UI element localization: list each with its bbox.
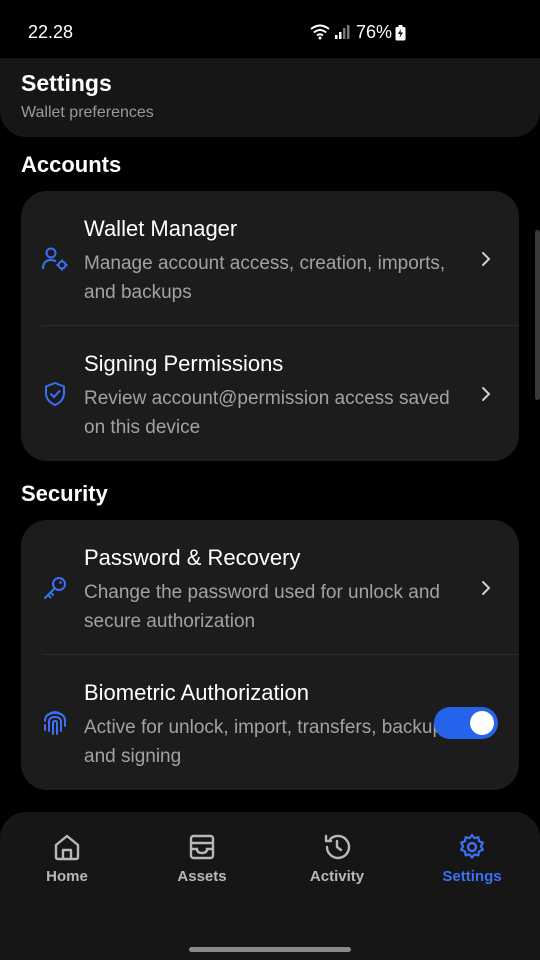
biometric-authorization-item: Biometric Authorization Active for unloc… — [21, 655, 519, 790]
page-title: Settings — [21, 70, 112, 96]
archive-icon — [189, 834, 215, 860]
nav-assets[interactable]: Assets — [152, 832, 252, 892]
accounts-card: Wallet Manager Manage account access, cr… — [21, 191, 519, 461]
nav-settings[interactable]: Settings — [422, 832, 522, 892]
nav-assets-label: Assets — [177, 868, 227, 885]
nav-activity[interactable]: Activity — [287, 832, 387, 892]
fingerprint-icon — [44, 711, 66, 735]
chevron-right-icon — [482, 387, 491, 401]
bottom-nav: Home Assets Activity Settings — [0, 812, 540, 960]
scrollbar[interactable] — [535, 230, 540, 400]
signing-permissions-item[interactable]: Signing Permissions Review account@permi… — [21, 326, 519, 461]
key-icon — [44, 577, 66, 599]
home-indicator[interactable] — [189, 947, 351, 952]
wallet-manager-item[interactable]: Wallet Manager Manage account access, cr… — [21, 191, 519, 326]
password-recovery-description: Change the password used for unlock and … — [84, 582, 440, 632]
status-icons — [310, 24, 350, 40]
chevron-right-icon — [482, 252, 491, 266]
password-recovery-title: Password & Recovery — [84, 545, 301, 570]
home-icon — [54, 834, 80, 861]
page-subtitle: Wallet preferences — [21, 104, 154, 121]
gear-icon — [460, 833, 484, 859]
toggle-knob — [470, 711, 494, 735]
section-title-accounts: Accounts — [21, 152, 122, 177]
wallet-manager-description: Manage account access, creation, imports… — [84, 253, 446, 303]
battery-percent: 76% — [356, 22, 393, 42]
nav-home[interactable]: Home — [17, 832, 117, 892]
signing-permissions-title: Signing Permissions — [84, 351, 284, 376]
section-title-security: Security — [21, 481, 108, 506]
shield-check-icon — [45, 382, 65, 406]
biometric-authorization-description: Active for unlock, import, transfers, ba… — [84, 717, 449, 767]
biometric-authorization-title: Biometric Authorization — [84, 680, 309, 705]
nav-home-label: Home — [46, 868, 88, 885]
signing-permissions-description: Review account@permission access saved o… — [84, 388, 450, 438]
nav-settings-label: Settings — [442, 868, 502, 885]
wallet-manager-title: Wallet Manager — [84, 216, 238, 241]
status-time: 22.28 — [28, 22, 74, 42]
wifi-icon — [310, 24, 330, 40]
chevron-right-icon — [482, 581, 491, 595]
signal-icon — [335, 25, 350, 39]
biometric-toggle[interactable] — [434, 707, 498, 739]
status-bar: 22.28 76% — [0, 0, 540, 64]
history-icon — [324, 834, 351, 860]
user-gear-icon — [42, 247, 68, 271]
password-recovery-item[interactable]: Password & Recovery Change the password … — [21, 520, 519, 655]
nav-activity-label: Activity — [309, 868, 365, 885]
security-card: Password & Recovery Change the password … — [21, 520, 519, 790]
header: Settings Wallet preferences — [0, 58, 540, 137]
battery-icon — [395, 25, 406, 41]
